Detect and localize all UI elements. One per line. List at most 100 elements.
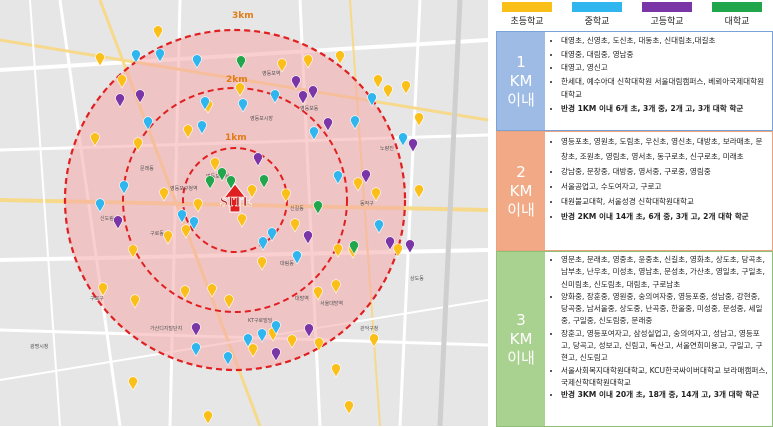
place-label: 관악구청 xyxy=(360,325,378,332)
place-label: KT구로빌딩 xyxy=(248,317,272,324)
range-number: 1 xyxy=(516,52,526,71)
list-item: 장훈고, 영등포여자고, 삼성실업고, 숭의여자고, 성남고, 영등포고, 당곡… xyxy=(561,328,768,365)
list-item: 영문초, 문래초, 영중초, 윤중초, 신길초, 영화초, 상도초, 당곡초, … xyxy=(561,254,768,291)
elementary-school-pin[interactable] xyxy=(414,184,424,199)
elementary-school-pin[interactable] xyxy=(203,410,213,425)
summary-item: 반경 2KM 이내 14개 초, 6개 중, 3개 고, 2개 대학 학군 xyxy=(561,209,768,224)
range-unit: KM xyxy=(509,71,533,90)
summary-item: 반경 3KM 이내 20개 초, 18개 중, 14개 고, 3개 대학 학군 xyxy=(561,389,768,401)
panel-1km-range: 1 KM 이내 xyxy=(497,32,545,130)
list-item: 서울사회복지대학원대학교, KCU한국싸이버대학교 보라매캠퍼스, 국제신학대학… xyxy=(561,365,768,390)
range-within: 이내 xyxy=(507,348,535,367)
elementary-school-pin[interactable] xyxy=(331,363,341,378)
place-label: 대방역 xyxy=(295,295,309,302)
map-pin-icon xyxy=(344,400,354,415)
place-label: 영등포구청역 xyxy=(170,185,198,192)
summary-item: 반경 1KM 이내 6개 초, 3개 중, 2개 고, 3개 대학 학군 xyxy=(561,102,768,116)
legend-university: 대학교 xyxy=(702,0,772,30)
place-label: 신길동 xyxy=(290,205,304,212)
list-item: 양화중, 장훈중, 영원중, 숭의여자중, 영등포중, 성남중, 강현중, 당곡… xyxy=(561,291,768,328)
place-label: 광명시청 xyxy=(30,343,48,350)
place-label: 구로동 xyxy=(150,231,164,237)
elementary-school-pin[interactable] xyxy=(369,333,379,348)
ring-label-1km: 1km xyxy=(225,133,247,143)
panel-2km-range: 2 KM 이내 xyxy=(497,132,545,250)
elementary-school-pin[interactable] xyxy=(383,84,393,99)
place-label: 서울대방역 xyxy=(320,300,343,307)
legend-elementary: 초등학교 xyxy=(492,0,562,30)
place-label: 상도동 xyxy=(410,275,424,282)
place-label: 대림동 xyxy=(280,260,294,267)
place-label: 영등포시장 xyxy=(250,115,273,122)
ring-label-2km: 2km xyxy=(226,75,248,85)
range-number: 2 xyxy=(516,162,526,181)
map-pin-icon xyxy=(401,80,411,95)
legend: 초등학교 중학교 고등학교 대학교 xyxy=(492,0,773,30)
list-item: 한세대, 예수아대 신학대학원 서울대림캠퍼스, 베뢰아국제대학원대학교 xyxy=(561,75,768,102)
elementary-school-pin[interactable] xyxy=(373,74,383,89)
map-pin-icon xyxy=(153,25,163,40)
middle-school-pin[interactable] xyxy=(398,132,408,147)
place-label: 신도림 xyxy=(100,215,114,222)
legend-swatch-elementary xyxy=(502,2,552,12)
list-item: 서울공업고, 수도여자고, 구로고 xyxy=(561,179,768,194)
place-label: 동작구 xyxy=(360,200,374,207)
place-label: 영등포동 xyxy=(300,105,319,112)
list-item: 대영초, 신영초, 도신초, 대동초, 신대림초,대길초 xyxy=(561,34,768,48)
place-label: 구로구 xyxy=(90,296,104,302)
map-pin-icon xyxy=(383,84,393,99)
legend-label-elementary: 초등학교 xyxy=(510,17,544,27)
place-label: 가산디지털단지 xyxy=(150,325,182,332)
ring-label-3km: 3km xyxy=(232,11,254,21)
list-item: 영등포초, 영원초, 도림초, 우신초, 영신초, 대방초, 보라매초, 문창초… xyxy=(561,134,768,164)
road-line xyxy=(437,0,463,426)
legend-swatch-middle xyxy=(572,2,622,12)
elementary-school-pin[interactable] xyxy=(414,112,424,127)
legend-label-middle: 중학교 xyxy=(584,17,610,27)
range-within: 이내 xyxy=(507,200,535,219)
place-label: 노량진 xyxy=(380,145,394,152)
panel-1km: 1 KM 이내 대영초, 신영초, 도신초, 대동초, 신대림초,대길초 대영중… xyxy=(496,31,773,131)
road-line xyxy=(29,0,61,426)
place-label: 문래동 xyxy=(140,165,154,172)
range-number: 3 xyxy=(516,310,526,329)
panel-2km-body: 영등포초, 영원초, 도림초, 우신초, 영신초, 대방초, 보라매초, 문창초… xyxy=(549,134,768,248)
map-pin-icon xyxy=(414,184,424,199)
range-unit: KM xyxy=(509,181,533,200)
map-pin-icon xyxy=(369,333,379,348)
legend-middle: 중학교 xyxy=(562,0,632,30)
legend-swatch-university xyxy=(712,2,762,12)
list-item: 대원불교대학, 서울성경 신학대학원대학교 xyxy=(561,194,768,209)
panel-3km: 3 KM 이내 영문초, 문래초, 영중초, 윤중초, 신길초, 영화초, 상도… xyxy=(496,251,773,427)
elementary-school-pin[interactable] xyxy=(153,25,163,40)
range-within: 이내 xyxy=(507,90,535,109)
panel-2km: 2 KM 이내 영등포초, 영원초, 도림초, 우신초, 영신초, 대방초, 보… xyxy=(496,131,773,251)
panel-1km-body: 대영초, 신영초, 도신초, 대동초, 신대림초,대길초 대영중, 대림중, 영… xyxy=(549,34,768,128)
map-pin-icon xyxy=(398,132,408,147)
map-pin-icon xyxy=(373,74,383,89)
high-school-pin[interactable] xyxy=(408,138,418,153)
list-item: 대영중, 대림중, 영남중 xyxy=(561,48,768,62)
elementary-school-pin[interactable] xyxy=(128,376,138,391)
map-canvas: 3km 2km 1km 영등포구청영등포구청역영등포동신길동대림동구로동동작구영… xyxy=(0,0,488,426)
legend-high: 고등학교 xyxy=(632,0,702,30)
map-pin-icon xyxy=(203,410,213,425)
elementary-school-pin[interactable] xyxy=(401,80,411,95)
map-pin-icon xyxy=(128,376,138,391)
legend-label-university: 대학교 xyxy=(724,17,750,27)
elementary-school-pin[interactable] xyxy=(344,400,354,415)
list-item: 강남중, 문창중, 대방중, 영서중, 구로중, 영림중 xyxy=(561,164,768,179)
panel-3km-body: 영문초, 문래초, 영중초, 윤중초, 신길초, 영화초, 상도초, 당곡초, … xyxy=(549,254,768,424)
elementary-school-pin[interactable] xyxy=(335,50,345,65)
range-unit: KM xyxy=(509,329,533,348)
map-pin-icon xyxy=(414,112,424,127)
site-label: SITE xyxy=(220,195,252,210)
map-pin-icon xyxy=(335,50,345,65)
map-pin-icon xyxy=(331,363,341,378)
legend-swatch-high xyxy=(642,2,692,12)
place-label: 영등포역 xyxy=(262,70,280,77)
legend-label-high: 고등학교 xyxy=(650,17,684,27)
panel-3km-range: 3 KM 이내 xyxy=(497,252,545,426)
map-area[interactable]: 3km 2km 1km 영등포구청 영등포구청역 영등포동 신길동 대림동 구로동 동작구 영… xyxy=(0,0,488,426)
map-pin-icon xyxy=(408,138,418,153)
